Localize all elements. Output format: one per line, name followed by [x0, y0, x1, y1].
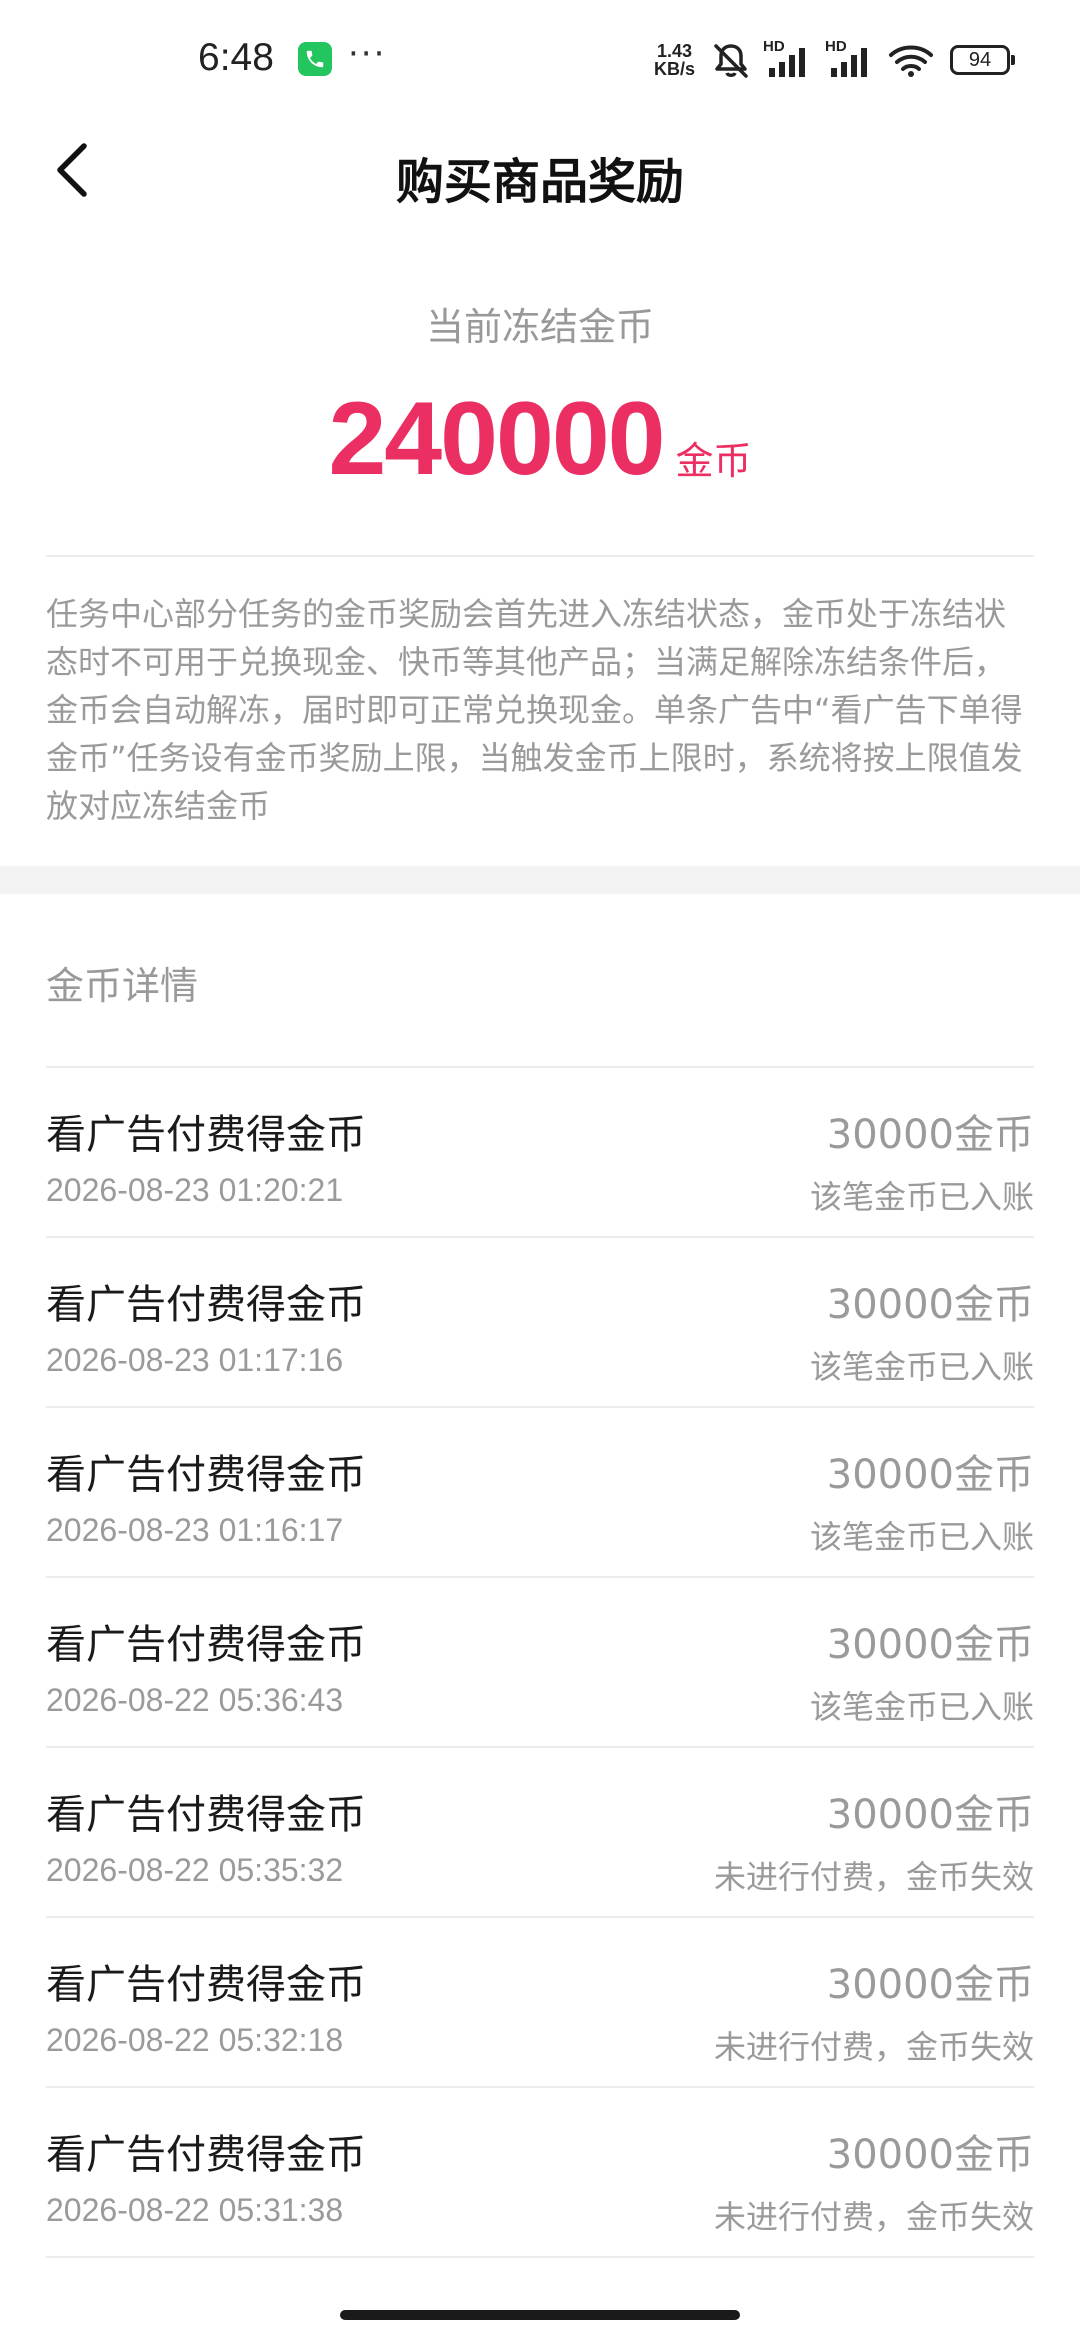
network-speed-value: 1.43 [656, 41, 693, 61]
list-item-status: 未进行付费，金币失效 [713, 2198, 1034, 2236]
list-item: 看广告付费得金币 2026-08-22 05:32:18 30000金币 未进行… [46, 1916, 1034, 2086]
screen: 6:48 ··· 1.43 KB/s HD HD 94 购买商品奖励 当前冻结金… [0, 0, 1080, 2340]
list-item-status: 未进行付费，金币失效 [713, 1858, 1034, 1896]
list-item-title: 看广告付费得金币 [46, 1452, 366, 1498]
list-item-amount: 30000金币 [826, 1962, 1034, 2008]
list-item-time: 2026-08-23 01:17:16 [46, 1342, 344, 1378]
list-item-status: 该笔金币已入账 [809, 1348, 1034, 1386]
list-item-status: 该笔金币已入账 [809, 1688, 1034, 1726]
list-item-title: 看广告付费得金币 [46, 1792, 366, 1838]
list-item: 看广告付费得金币 2026-08-23 01:17:16 30000金币 该笔金… [46, 1236, 1034, 1406]
page-title: 购买商品奖励 [395, 154, 684, 210]
divider [46, 555, 1034, 557]
frozen-coins-amount: 240000 [328, 381, 665, 497]
list-item-amount: 30000金币 [826, 1452, 1034, 1498]
coin-details-list: 看广告付费得金币 2026-08-23 01:20:21 30000金币 该笔金… [46, 1066, 1034, 2258]
list-item: 看广告付费得金币 2026-08-22 05:35:32 30000金币 未进行… [46, 1746, 1034, 1916]
list-item-amount: 30000金币 [826, 1282, 1034, 1328]
list-item: 看广告付费得金币 2026-08-22 05:31:38 30000金币 未进行… [46, 2086, 1034, 2258]
coin-details-title: 金币详情 [46, 964, 199, 1008]
list-item-title: 看广告付费得金币 [46, 2132, 366, 2178]
list-item-amount: 30000金币 [826, 1622, 1034, 1668]
home-indicator[interactable] [340, 2310, 740, 2320]
list-item-amount: 30000金币 [826, 1792, 1034, 1838]
section-divider [0, 866, 1080, 894]
list-item-time: 2026-08-22 05:36:43 [46, 1682, 344, 1718]
wifi-icon [888, 44, 934, 82]
network-speed: 1.43 KB/s [654, 42, 695, 78]
list-item: 看广告付费得金币 2026-08-22 05:36:43 30000金币 该笔金… [46, 1576, 1034, 1746]
list-item: 看广告付费得金币 2026-08-23 01:16:17 30000金币 该笔金… [46, 1406, 1034, 1576]
list-item-title: 看广告付费得金币 [46, 1112, 366, 1158]
header: 购买商品奖励 [0, 120, 1080, 220]
frozen-coins-amount-row: 240000 金币 [0, 380, 1080, 499]
frozen-coins-description: 任务中心部分任务的金币奖励会首先进入冻结状态，金币处于冻结状态时不可用于兑换现金… [46, 595, 1023, 825]
network-speed-unit: KB/s [654, 59, 696, 79]
list-item-time: 2026-08-22 05:35:32 [46, 1852, 344, 1888]
phone-icon[interactable] [298, 42, 332, 76]
list-item-title: 看广告付费得金币 [46, 1962, 366, 2008]
list-item-amount: 30000金币 [826, 2132, 1034, 2178]
list-item-amount: 30000金币 [826, 1112, 1034, 1158]
bell-off-icon [710, 42, 752, 84]
list-item-title: 看广告付费得金币 [46, 1622, 366, 1668]
frozen-coins-unit: 金币 [675, 439, 752, 483]
list-item-time: 2026-08-22 05:31:38 [46, 2192, 344, 2228]
status-bar: 6:48 ··· 1.43 KB/s HD HD 94 [0, 0, 1080, 120]
status-time: 6:48 [198, 36, 274, 79]
list-item: 看广告付费得金币 2026-08-23 01:20:21 30000金币 该笔金… [46, 1066, 1034, 1236]
list-item-time: 2026-08-23 01:16:17 [46, 1512, 344, 1548]
battery-icon: 94 [950, 45, 1015, 75]
frozen-coins-label: 当前冻结金币 [425, 305, 654, 349]
list-item-status: 该笔金币已入账 [809, 1178, 1034, 1216]
list-item-status: 该笔金币已入账 [809, 1518, 1034, 1556]
list-item-time: 2026-08-22 05:32:18 [46, 2022, 344, 2058]
list-item-time: 2026-08-23 01:20:21 [46, 1172, 344, 1208]
list-item-title: 看广告付费得金币 [46, 1282, 366, 1328]
more-notifications-icon: ··· [348, 34, 387, 74]
list-item-status: 未进行付费，金币失效 [713, 2028, 1034, 2066]
